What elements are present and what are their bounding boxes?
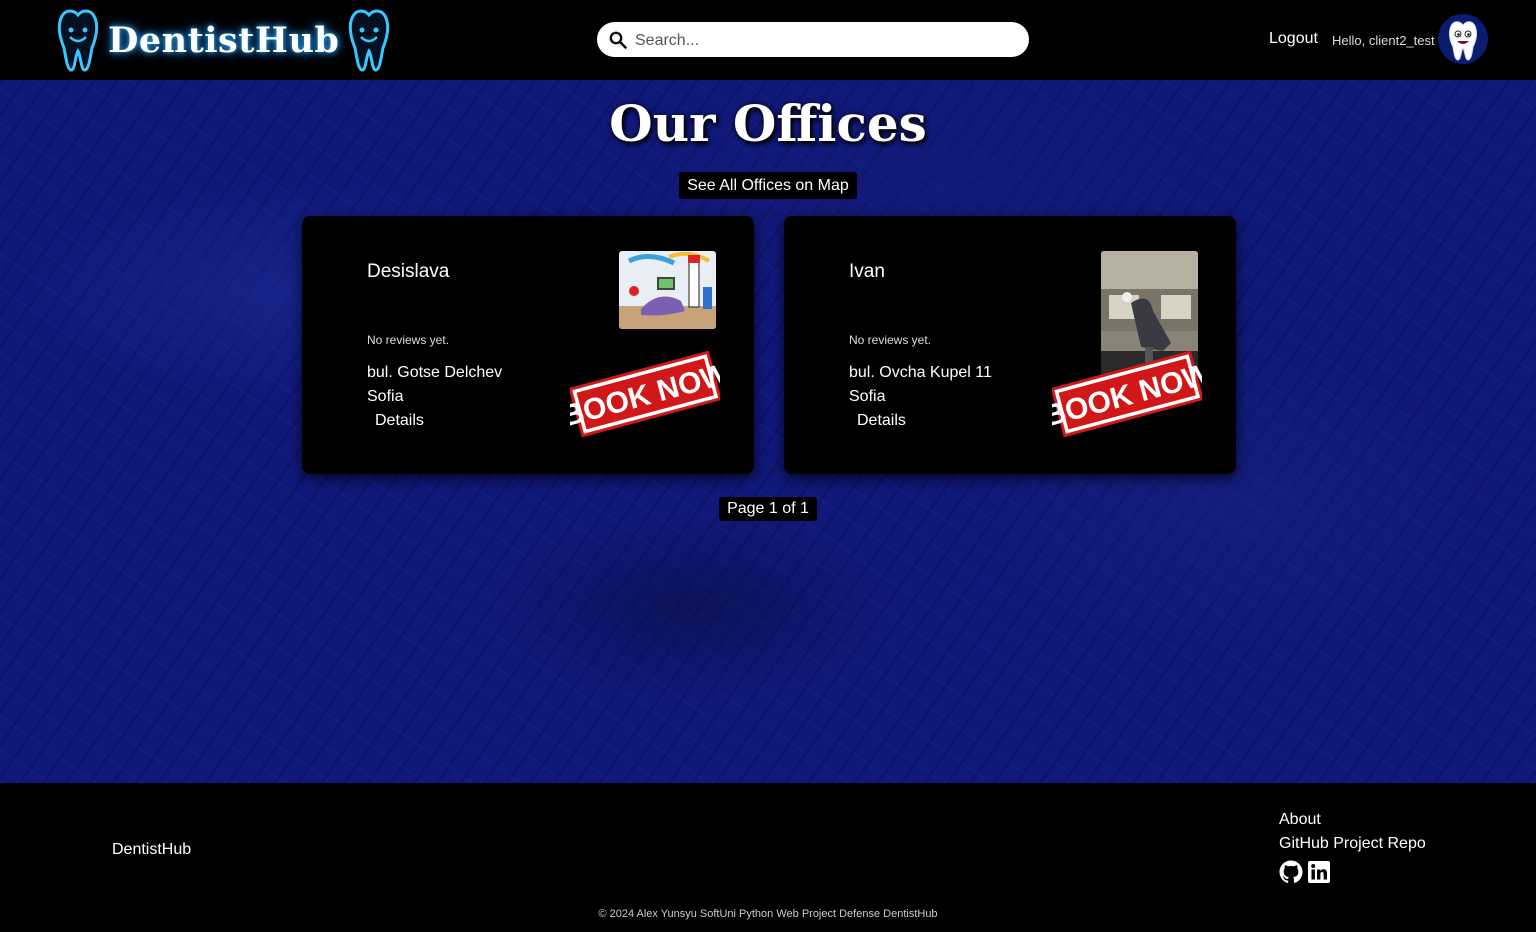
brand-name: DentistHub <box>108 19 340 61</box>
header: DentistHub Logout Hello, client2_test <box>0 0 1536 80</box>
office-photo-image <box>619 251 716 329</box>
search-icon <box>609 31 627 49</box>
logout-link[interactable]: Logout <box>1269 30 1318 48</box>
book-now-stamp-icon[interactable]: BOOK NOW <box>1052 348 1202 438</box>
about-link[interactable]: About <box>1279 811 1321 829</box>
see-offices-map-button[interactable]: See All Offices on Map <box>679 172 857 199</box>
tooth-icon <box>57 9 99 72</box>
search-input[interactable] <box>633 22 1017 59</box>
office-city: Sofia <box>367 388 404 405</box>
office-photo[interactable] <box>619 251 716 329</box>
book-now-stamp-icon[interactable]: BOOK NOW <box>570 348 720 438</box>
linkedin-icon[interactable] <box>1308 861 1330 883</box>
office-name: Ivan <box>849 261 885 282</box>
page-title: Our Offices <box>609 94 927 153</box>
github-repo-link[interactable]: GitHub Project Repo <box>1279 835 1426 853</box>
office-reviews: No reviews yet. <box>367 333 450 347</box>
footer: DentistHub About GitHub Project Repo © 2… <box>0 783 1536 932</box>
office-details-link[interactable]: Details <box>857 412 906 430</box>
brand-logo[interactable]: DentistHub <box>52 5 395 75</box>
office-street: bul. Gotse Delchev <box>367 364 503 381</box>
avatar[interactable] <box>1438 14 1488 64</box>
office-reviews: No reviews yet. <box>849 333 932 347</box>
pagination-indicator: Page 1 of 1 <box>719 497 817 521</box>
tooth-icon <box>349 9 390 72</box>
office-city: Sofia <box>849 388 886 405</box>
user-greeting: Hello, client2_test <box>1332 33 1435 48</box>
search-bar <box>597 22 1029 59</box>
footer-brand: DentistHub <box>112 841 192 858</box>
github-icon[interactable] <box>1279 860 1303 884</box>
copyright-text: © 2024 Alex Yunsyu SoftUni Python Web Pr… <box>598 908 938 920</box>
office-card: Desislava No reviews yet. bul. Gotse Del… <box>302 216 754 474</box>
office-card: Ivan No reviews yet. bul. Ovcha Kupel 11… <box>784 216 1236 474</box>
office-street: bul. Ovcha Kupel 11 <box>849 364 992 381</box>
office-details-link[interactable]: Details <box>375 412 424 430</box>
office-name: Desislava <box>367 261 450 282</box>
main-content: Our Offices See All Offices on Map Desis… <box>0 80 1536 783</box>
avatar-tooth-icon <box>1449 21 1477 61</box>
